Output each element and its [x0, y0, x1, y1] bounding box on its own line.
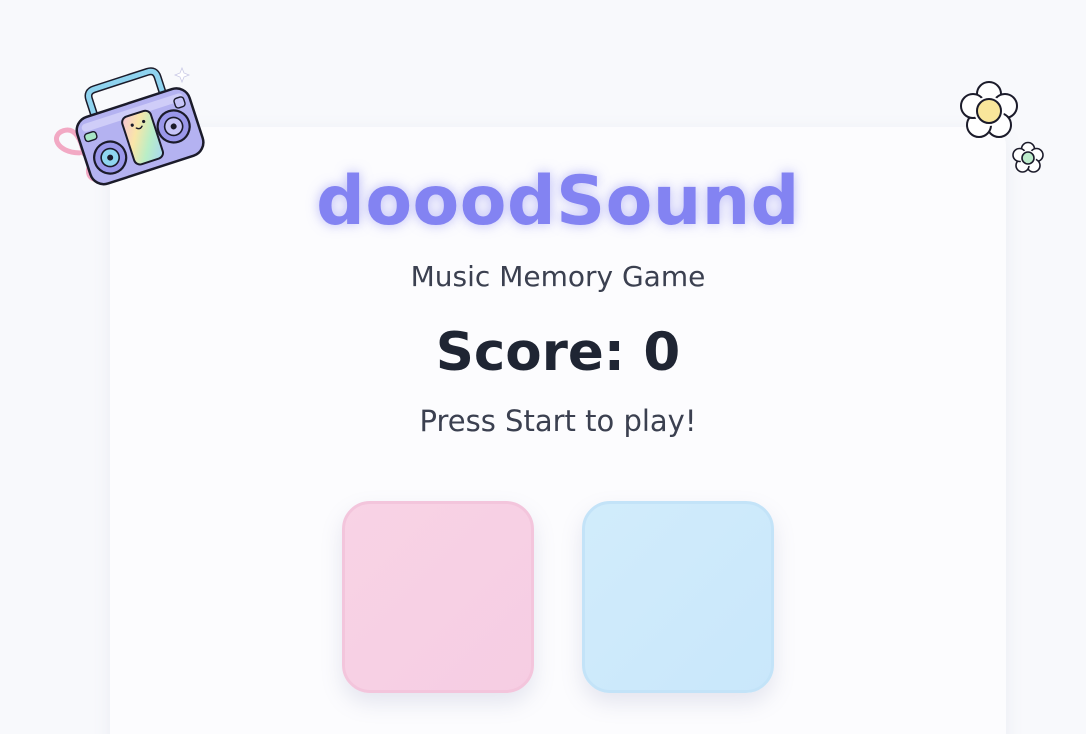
game-stage: dooodSound Music Memory Game Score: 0 Pr… [0, 0, 1086, 734]
game-title: dooodSound [316, 162, 800, 241]
status-message: Press Start to play! [419, 404, 697, 438]
pink-pad[interactable] [342, 501, 534, 693]
blue-pad[interactable] [582, 501, 774, 693]
score-display: Score: 0 [435, 322, 681, 383]
game-subtitle: Music Memory Game [410, 260, 706, 293]
